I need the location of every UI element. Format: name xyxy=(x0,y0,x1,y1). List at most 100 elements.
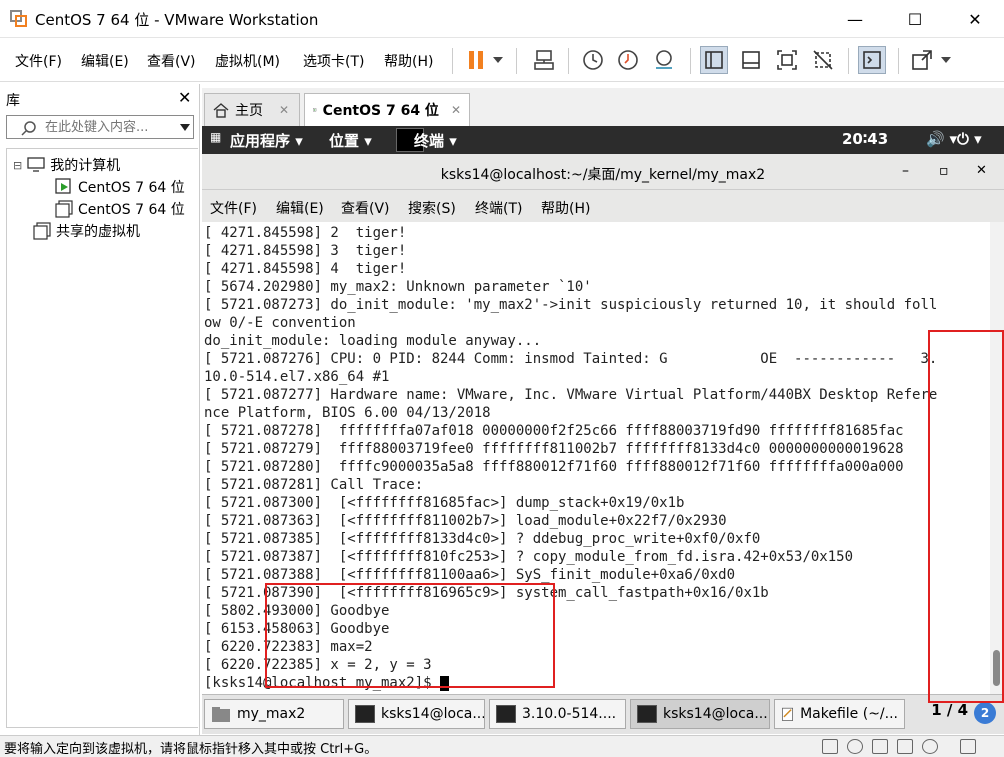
terminal-line: [ 5721.087273] do_init_module: 'my_max2'… xyxy=(204,297,938,313)
computer-icon xyxy=(27,157,45,172)
terminal-minimize-button[interactable]: – xyxy=(902,163,909,179)
tab-home[interactable]: 主页 ✕ xyxy=(204,93,300,126)
minimize-button[interactable]: — xyxy=(830,0,880,38)
terminal-line: [ 4271.845598] 2 tiger! xyxy=(204,225,407,241)
fullscreen-icon[interactable] xyxy=(773,46,801,74)
taskbar-item-active[interactable]: ksks14@loca... xyxy=(630,699,770,729)
close-window-button[interactable]: ✕ xyxy=(950,0,1000,38)
stretch-icon[interactable] xyxy=(908,46,936,74)
taskbar-item[interactable]: my_max2 xyxy=(204,699,344,729)
tree-item-label: CentOS 7 64 位 xyxy=(78,180,185,196)
taskbar-item[interactable]: 3.10.0-514.... xyxy=(489,699,626,729)
fullscreen-status-icon[interactable] xyxy=(960,739,976,754)
shared-vm-icon xyxy=(33,222,51,240)
terminal-line: [ 5721.087300] [<ffffffff81685fac>] dump… xyxy=(204,495,685,511)
terminal-menu-file[interactable]: 文件(F) xyxy=(210,198,257,218)
tab-centos[interactable]: CentOS 7 64 位 ✕ xyxy=(304,93,470,126)
terminal-line: [ 5721.087385] [<ffffffff8133d4c0>] ? dd… xyxy=(204,531,761,547)
snapshot-icon[interactable] xyxy=(579,46,607,74)
terminal-menubar: 文件(F) 编辑(E) 查看(V) 搜索(S) 终端(T) 帮助(H) xyxy=(202,190,1004,222)
taskbar-item[interactable]: ksks14@loca... xyxy=(348,699,485,729)
maximize-button[interactable]: ☐ xyxy=(890,0,940,38)
terminal-menu-edit[interactable]: 编辑(E) xyxy=(276,198,324,218)
send-keys-icon[interactable] xyxy=(530,46,558,74)
console-icon[interactable] xyxy=(858,46,886,74)
gnome-places-menu[interactable]: 位置 ▾ xyxy=(329,130,372,151)
terminal-maximize-button[interactable]: ▫ xyxy=(939,163,949,179)
tree-item-label: 共享的虚拟机 xyxy=(56,224,140,240)
tree-item-vm-running[interactable]: CentOS 7 64 位 xyxy=(55,177,185,197)
revert-snapshot-icon[interactable] xyxy=(614,46,642,74)
notification-badge[interactable]: 2 xyxy=(974,702,996,724)
window-title: CentOS 7 64 位 - VMware Workstation xyxy=(35,11,319,29)
tree-item-label: 我的计算机 xyxy=(50,158,121,174)
snapshot-manager-icon[interactable] xyxy=(650,46,678,74)
menu-edit[interactable]: 编辑(E) xyxy=(81,51,129,71)
terminal-line: [ 5721.087278] ffffffffa07af018 00000000… xyxy=(204,423,904,439)
volume-icon[interactable]: 🔊 ▾ xyxy=(926,130,957,148)
taskbar-item-label: Makefile (~/... xyxy=(800,706,898,722)
menu-view[interactable]: 查看(V) xyxy=(147,51,196,71)
sound-icon[interactable] xyxy=(897,739,913,754)
terminal-icon xyxy=(637,705,657,723)
tree-item-vm[interactable]: CentOS 7 64 位 xyxy=(55,199,185,219)
tree-expander-icon[interactable]: ⊟ xyxy=(13,159,22,172)
library-search-input[interactable] xyxy=(45,118,175,136)
highlight-box-output xyxy=(265,583,555,688)
cdrom-icon[interactable] xyxy=(847,739,863,754)
menu-help[interactable]: 帮助(H) xyxy=(384,51,433,71)
menu-vm[interactable]: 虚拟机(M) xyxy=(215,51,280,71)
unity-icon[interactable] xyxy=(809,46,837,74)
terminal-menu-search[interactable]: 搜索(S) xyxy=(408,198,456,218)
toolbar-divider xyxy=(848,48,849,74)
taskbar-item-label: ksks14@loca... xyxy=(663,706,768,722)
terminal-menu-help[interactable]: 帮助(H) xyxy=(541,198,590,218)
toolbar-divider xyxy=(690,48,691,74)
terminal-menu-terminal[interactable]: 终端(T) xyxy=(475,198,522,218)
gnome-applications-menu[interactable]: 应用程序 ▾ xyxy=(230,130,303,151)
text-editor-icon xyxy=(782,707,793,721)
terminal-menu-view[interactable]: 查看(V) xyxy=(341,198,390,218)
tree-item-my-computer[interactable]: ⊟ 我的计算机 xyxy=(13,155,120,175)
home-icon xyxy=(213,103,229,118)
window-titlebar: CentOS 7 64 位 - VMware Workstation — ☐ ✕ xyxy=(0,0,1004,38)
terminal-line: 10.0-514.el7.x86_64 #1 xyxy=(204,369,390,385)
library-view-icon[interactable] xyxy=(700,46,728,74)
menu-toolbar: 文件(F) 编辑(E) 查看(V) 虚拟机(M) 选项卡(T) 帮助(H) xyxy=(0,38,1004,82)
terminal-icon xyxy=(496,705,516,723)
pause-icon[interactable] xyxy=(462,46,490,74)
library-title: 库 xyxy=(6,93,20,109)
hdd-icon[interactable] xyxy=(822,739,838,754)
tree-item-shared-vms[interactable]: 共享的虚拟机 xyxy=(33,221,140,241)
toolbar-divider xyxy=(452,48,453,74)
library-search-box[interactable] xyxy=(6,115,194,139)
pause-dropdown-icon[interactable] xyxy=(488,46,508,74)
tab-close-icon[interactable]: ✕ xyxy=(451,103,461,117)
terminal-line: ow 0/-E convention xyxy=(204,315,356,331)
terminal-line: [ 5721.087277] Hardware name: VMware, In… xyxy=(204,387,938,403)
tab-close-icon[interactable]: ✕ xyxy=(279,103,289,117)
gnome-clock[interactable]: 20∶43 xyxy=(842,130,888,148)
workspace-pager[interactable]: 1 / 4 xyxy=(931,701,968,719)
search-icon xyxy=(21,121,36,136)
stretch-dropdown-icon[interactable] xyxy=(936,46,956,74)
taskbar-item[interactable]: Makefile (~/... xyxy=(774,699,905,729)
thumbnail-view-icon[interactable] xyxy=(737,46,765,74)
menu-file[interactable]: 文件(F) xyxy=(15,51,62,71)
status-bar: 要将输入定向到该虚拟机，请将鼠标指针移入其中或按 Ctrl+G。 xyxy=(0,735,1004,757)
gnome-terminal-menu[interactable]: 终端 ▾ xyxy=(414,130,457,151)
terminal-titlebar: ksks14@localhost:~/桌面/my_kernel/my_max2 … xyxy=(202,154,1004,190)
usb-icon[interactable] xyxy=(922,739,938,754)
terminal-line: [ 5721.087276] CPU: 0 PID: 8244 Comm: in… xyxy=(204,351,938,367)
library-close-button[interactable]: ✕ xyxy=(178,88,191,107)
terminal-close-button[interactable]: ✕ xyxy=(976,163,987,178)
toolbar-divider xyxy=(898,48,899,74)
library-panel: 库 ✕ ⊟ 我的计算机 CentOS 7 64 位 CentOS 7 64 位 … xyxy=(0,84,200,735)
network-icon[interactable] xyxy=(872,739,888,754)
power-icon[interactable]: ⏻ ▾ xyxy=(957,130,982,148)
vm-icon xyxy=(55,200,73,218)
terminal-line: do_init_module: loading module anyway... xyxy=(204,333,542,349)
gnome-window-list: my_max2 ksks14@loca... 3.10.0-514.... ks… xyxy=(202,694,1004,734)
search-dropdown-icon[interactable] xyxy=(180,124,190,131)
menu-tabs[interactable]: 选项卡(T) xyxy=(303,51,364,71)
